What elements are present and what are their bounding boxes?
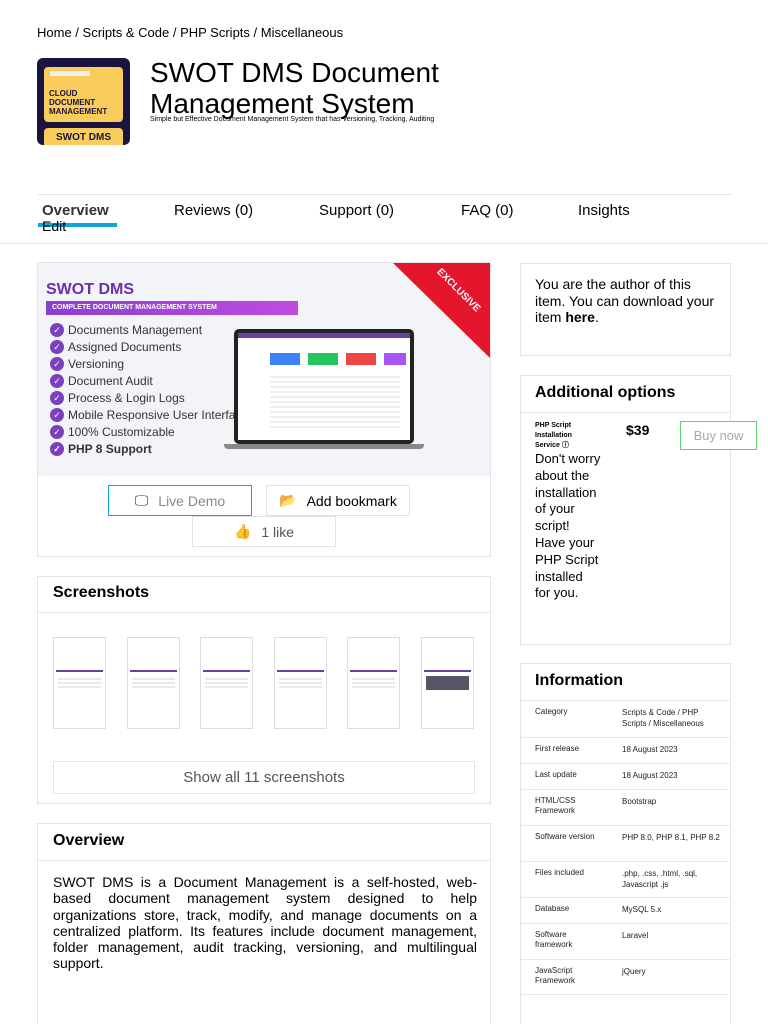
breadcrumb-scripts[interactable]: Scripts & Code xyxy=(83,25,170,40)
live-demo-button[interactable]: 🖵 Live Demo xyxy=(108,485,252,516)
preview-image[interactable]: SWOT DMS COMPLETE DOCUMENT MANAGEMENT SY… xyxy=(38,263,490,476)
tab-reviews[interactable]: Reviews (0) xyxy=(174,202,253,219)
tab-faq[interactable]: FAQ (0) xyxy=(461,202,514,219)
screenshot-thumb[interactable] xyxy=(53,637,106,729)
options-heading: Additional options xyxy=(535,384,676,401)
thumbs-up-icon: 👍 xyxy=(233,523,252,539)
info-row: Database MySQL 5.x xyxy=(520,897,731,923)
edit-link[interactable]: Edit xyxy=(42,218,66,234)
information-heading: Information xyxy=(535,672,623,689)
check-icon: ✓ xyxy=(50,425,64,439)
breadcrumb-php[interactable]: PHP Scripts xyxy=(180,25,250,40)
screenshot-thumb[interactable] xyxy=(200,637,253,729)
like-button[interactable]: 👍 1 like xyxy=(192,516,336,547)
download-link[interactable]: here xyxy=(565,309,595,325)
info-icon[interactable]: ⓘ xyxy=(562,442,569,449)
info-row: Files included .php, .css, .html, .sql, J… xyxy=(520,861,731,897)
breadcrumb: Home / Scripts & Code / PHP Scripts / Mi… xyxy=(37,25,344,40)
overview-heading: Overview xyxy=(53,832,125,849)
screenshot-thumb[interactable] xyxy=(274,637,327,729)
breadcrumb-misc[interactable]: Miscellaneous xyxy=(261,25,343,40)
check-icon: ✓ xyxy=(50,374,64,388)
tab-insights[interactable]: Insights xyxy=(578,202,630,219)
laptop-mockup xyxy=(234,329,414,444)
service-price: $39 xyxy=(626,422,650,438)
page-title: SWOT DMS Document Management System xyxy=(150,57,439,119)
service-description: Don't worry about the installation of yo… xyxy=(535,451,601,601)
info-row: Software version PHP 8.0, PHP 8.1, PHP 8.… xyxy=(520,825,731,861)
check-icon: ✓ xyxy=(50,357,64,371)
info-row: Category Scripts & Code / PHP Scripts / M… xyxy=(520,700,731,737)
add-bookmark-button[interactable]: 📂 Add bookmark xyxy=(266,485,410,516)
breadcrumb-home[interactable]: Home xyxy=(37,25,72,40)
info-row: Software framework Laravel xyxy=(520,923,731,959)
check-icon: ✓ xyxy=(50,391,64,405)
tab-support[interactable]: Support (0) xyxy=(319,202,394,219)
info-row: First release 18 August 2023 xyxy=(520,737,731,763)
info-row: HTML/CSS Framework Bootstrap xyxy=(520,789,731,825)
info-row: Last update 18 August 2023 xyxy=(520,763,731,789)
item-logo: CLOUD DOCUMENT MANAGEMENT SWOT DMS xyxy=(37,58,130,145)
check-icon: ✓ xyxy=(50,340,64,354)
info-row: JavaScript Framework jQuery xyxy=(520,959,731,995)
buy-now-button[interactable]: Buy now xyxy=(680,421,757,450)
tab-overview[interactable]: Overview xyxy=(42,202,109,219)
screenshot-thumb[interactable] xyxy=(127,637,180,729)
monitor-icon: 🖵 xyxy=(134,492,149,508)
folder-icon: 📂 xyxy=(279,492,297,508)
check-icon: ✓ xyxy=(50,408,64,422)
show-all-screenshots-button[interactable]: Show all 11 screenshots xyxy=(53,761,475,794)
divider xyxy=(0,243,768,244)
overview-text: SWOT DMS is a Document Management is a s… xyxy=(53,874,477,972)
check-icon: ✓ xyxy=(50,442,64,456)
author-notice: You are the author of this item. You can… xyxy=(535,276,715,325)
check-icon: ✓ xyxy=(50,323,64,337)
screenshots-heading: Screenshots xyxy=(53,584,150,601)
screenshot-thumb[interactable] xyxy=(421,637,474,729)
divider xyxy=(38,194,731,195)
item-subtitle: Simple but Effective Document Management… xyxy=(150,116,435,123)
service-name: PHP Script Installation Service ⓘ xyxy=(535,422,572,449)
screenshot-thumb[interactable] xyxy=(347,637,400,729)
